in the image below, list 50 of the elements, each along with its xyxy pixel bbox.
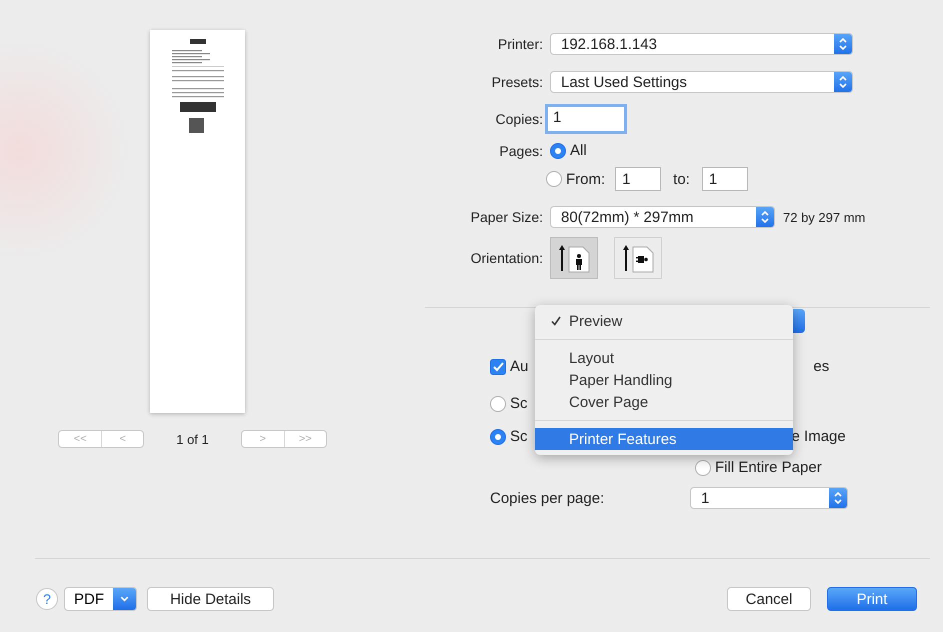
copies-field[interactable]: 1 (545, 104, 627, 134)
orientation-button[interactable] (614, 237, 662, 279)
printer-label: Printer: (496, 36, 543, 52)
from-field[interactable]: 1 (615, 167, 662, 191)
scale-label: Sc (510, 395, 528, 412)
orientation-label: Orientation: (470, 250, 543, 266)
paper-size-label: Paper Size: (470, 209, 543, 225)
chevron-down-icon (113, 588, 136, 610)
scale-radio[interactable] (490, 428, 506, 444)
stepper-icon (834, 72, 852, 92)
presets-popup[interactable]: Last Used Settings (550, 71, 853, 93)
stepper-icon (834, 34, 852, 54)
stepper-icon (829, 488, 847, 508)
scale-radio[interactable] (490, 396, 506, 412)
pages-label: Pages: (498, 142, 543, 158)
presets-label: Presets: (490, 74, 543, 90)
to-label: to: (673, 170, 690, 188)
copies-label: Copies: (494, 111, 543, 127)
orientation-button[interactable] (550, 237, 598, 279)
auto-label-end: es (813, 358, 830, 375)
to-field[interactable]: 1 (702, 167, 748, 191)
menu-item[interactable]: Printer Features (535, 428, 793, 450)
landscape-orientation-icon (621, 243, 655, 273)
page-counter: 1 of 1 (176, 432, 209, 446)
scale-label: Sc (510, 428, 528, 445)
pdf-menu-button[interactable]: PDF (64, 587, 137, 611)
printer-popup[interactable]: 192.168.1.143 (550, 33, 853, 55)
paper-size-popup[interactable]: 80(72mm) * 297mm (550, 206, 775, 228)
fill-paper-radio[interactable] (695, 460, 711, 476)
hide-details-button[interactable]: Hide Details (147, 587, 274, 611)
copies-per-page-label: Copies per page: (490, 490, 606, 506)
fill-paper-label: Fill Entire Paper (715, 459, 822, 476)
paper-dimensions: 72 by 297 mm (783, 210, 866, 224)
checkmark-icon (551, 316, 561, 326)
portrait-orientation-icon (557, 243, 591, 273)
auto-checkbox[interactable] (490, 358, 506, 374)
menu-item[interactable]: Paper Handling (535, 369, 793, 391)
page-range-radio[interactable] (546, 171, 562, 187)
from-label: From: (566, 170, 606, 188)
all-pages-radio[interactable] (550, 142, 566, 158)
section-popup-stepper[interactable] (793, 309, 805, 333)
menu-item[interactable]: Preview (535, 310, 793, 332)
menu-item[interactable]: Cover Page (535, 391, 793, 413)
stepper-icon (756, 207, 774, 227)
auto-label: Au (510, 358, 528, 375)
cancel-button[interactable]: Cancel (727, 587, 811, 611)
all-pages-label: All (570, 142, 587, 159)
copies-per-page-popup[interactable]: 1 (690, 487, 848, 509)
help-button[interactable]: ? (36, 588, 58, 610)
menu-item[interactable]: Layout (535, 347, 793, 369)
